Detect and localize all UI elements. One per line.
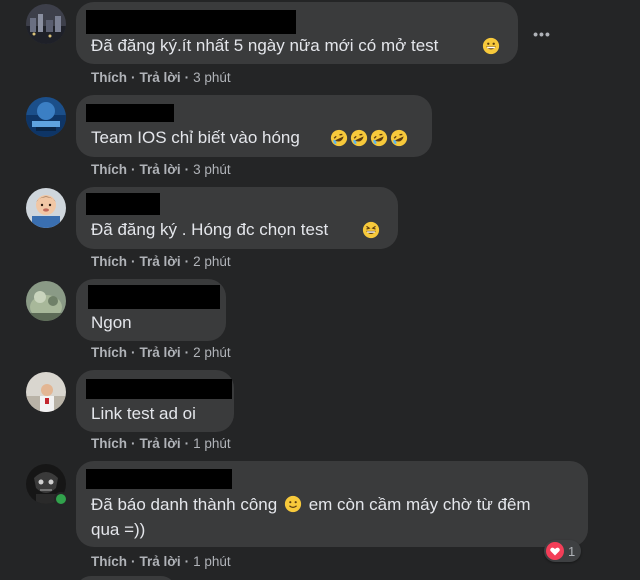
reply-link[interactable]: Trả lời [140,162,181,177]
separator: · [131,162,136,177]
comment-actions: Thích · Trả lời · 1 phút [91,436,231,452]
comment-item: Đã đăng ký.ít nhất 5 ngày nữa mới có mở … [0,0,640,92]
comment-bubble: Ngon [76,279,226,341]
reaction-summary[interactable]: 1 [544,540,582,562]
rolling-on-floor-laughing-emoji [390,129,408,147]
comment-item: Link test ad oi Thích · Trả lời · 1 phút [0,368,640,458]
comment-actions: Thích · Trả lời · 2 phút [91,254,231,270]
redacted-author-name[interactable] [88,285,220,309]
separator: · [131,70,136,85]
comment-text: Ngon [91,313,132,332]
comment-text: Đã đăng ký . Hóng đc chọn test [91,220,329,239]
redacted-author-name[interactable] [86,10,296,34]
comment-bubble: Đã báo danh thành công em còn cầm máy ch… [76,461,588,547]
separator: · [131,554,136,569]
avatar[interactable] [26,4,66,44]
like-link[interactable]: Thích [91,345,127,360]
next-comment-bubble-partial [76,576,176,580]
comment-bubble: Team IOS chỉ biết vào hóng [76,95,432,157]
redacted-author-name[interactable] [86,104,174,122]
separator: · [131,254,136,269]
redacted-author-name[interactable] [86,193,160,215]
comment-text-part1: Đã báo danh thành công [91,495,278,514]
separator: · [184,162,190,177]
comment-item: Team IOS chỉ biết vào hóng Thích · Trả lời… [0,92,640,184]
reply-link[interactable]: Trả lời [140,436,181,451]
comment-item: Ngon Thích · Trả lời · 2 phút [0,276,640,368]
rolling-on-floor-laughing-emoji [370,129,388,147]
timestamp[interactable]: 1 phút [193,436,231,451]
redacted-author-name[interactable] [86,379,232,399]
avatar[interactable] [26,372,66,412]
like-link[interactable]: Thích [91,436,127,451]
like-link[interactable]: Thích [91,554,127,569]
comment-bubble: Đã đăng ký.ít nhất 5 ngày nữa mới có mở … [76,2,518,64]
timestamp[interactable]: 3 phút [193,162,231,177]
like-link[interactable]: Thích [91,254,127,269]
reply-link[interactable]: Trả lời [140,345,181,360]
reply-link[interactable]: Trả lời [140,254,181,269]
separator: · [184,254,190,269]
grinning-face-emoji [482,37,500,55]
timestamp[interactable]: 2 phút [193,254,231,269]
laughing-face-emoji [362,221,380,239]
online-status-indicator [54,492,68,506]
separator: · [131,436,136,451]
comment-text: Đã báo danh thành công em còn cầm máy ch… [91,492,561,542]
separator: · [184,345,190,360]
comment-item: Đã đăng ký . Hóng đc chọn test Thích · Trả… [0,184,640,276]
comment-actions: Thích · Trả lời · 1 phút [91,554,231,570]
comment-text: Team IOS chỉ biết vào hóng [91,128,300,147]
avatar[interactable] [26,281,66,321]
separator: · [184,554,190,569]
comment-bubble: Đã đăng ký . Hóng đc chọn test [76,187,398,249]
separator: · [184,70,190,85]
avatar[interactable] [26,188,66,228]
comment-actions: Thích · Trả lời · 2 phút [91,345,231,361]
comment-item: Đã báo danh thành công em còn cầm máy ch… [0,458,640,580]
timestamp[interactable]: 2 phút [193,345,231,360]
separator: · [131,345,136,360]
reaction-count: 1 [568,543,576,559]
avatar[interactable] [26,97,66,137]
comment-text: Đã đăng ký.ít nhất 5 ngày nữa mới có mở … [91,36,439,55]
comment-thread: Đã đăng ký.ít nhất 5 ngày nữa mới có mở … [0,0,640,580]
rolling-on-floor-laughing-emoji [330,129,348,147]
like-link[interactable]: Thích [91,70,127,85]
redacted-author-name[interactable] [86,469,232,489]
reply-link[interactable]: Trả lời [140,554,181,569]
comment-actions: Thích · Trả lời · 3 phút [91,70,231,86]
smiling-face-emoji [284,495,302,513]
more-options-button[interactable]: ••• [528,24,556,44]
comment-actions: Thích · Trả lời · 3 phút [91,162,231,178]
comment-bubble: Link test ad oi [76,370,234,432]
rolling-on-floor-laughing-emoji [350,129,368,147]
reply-link[interactable]: Trả lời [140,70,181,85]
comment-text: Link test ad oi [91,404,196,423]
timestamp[interactable]: 1 phút [193,554,231,569]
heart-reaction-icon [546,542,564,560]
separator: · [184,436,190,451]
like-link[interactable]: Thích [91,162,127,177]
timestamp[interactable]: 3 phút [193,70,231,85]
